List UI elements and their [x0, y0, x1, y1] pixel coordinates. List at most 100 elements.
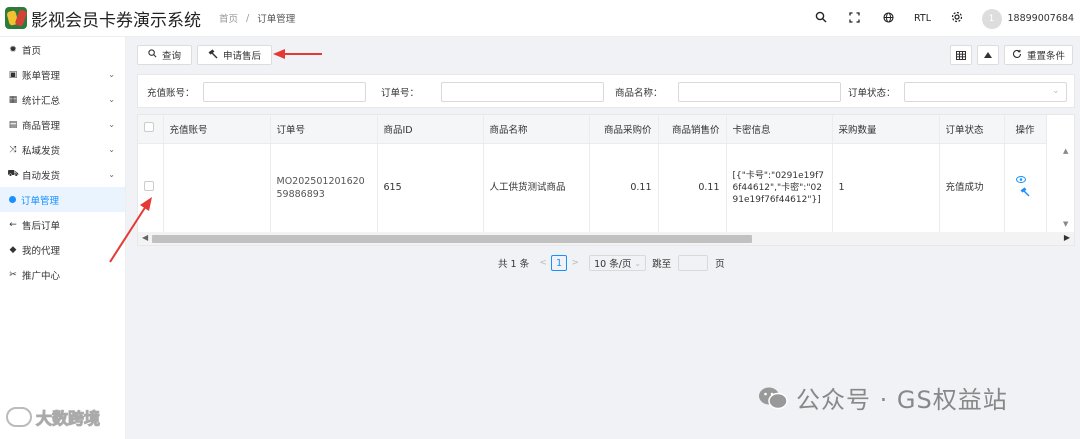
sidebar-item-9[interactable]: ✂ 推广中心 [0, 262, 125, 287]
hammer-icon [208, 48, 218, 62]
apply-after-sale-label: 申请售后 [223, 51, 262, 62]
fullscreen-icon[interactable] [838, 11, 872, 26]
sidebar-item-4[interactable]: ⤨ 私域发货 ⌄ [0, 137, 125, 162]
gift-icon: ✂ [9, 269, 17, 280]
cell-product-name: 人工供货测试商品 [483, 143, 590, 232]
header-product-name[interactable]: 商品名称 [483, 115, 590, 144]
current-page[interactable]: 1 [551, 255, 568, 271]
sidebar-item-label: 售后订单 [22, 220, 61, 232]
filter-product-name: 商品名称： [615, 82, 841, 102]
chevron-down-icon: ⌄ [108, 70, 115, 79]
row-select-cell [138, 143, 164, 232]
scroll-right-icon[interactable]: ▶ [1064, 233, 1070, 242]
reset-button-label: 重置条件 [1026, 51, 1065, 62]
sidebar-item-3[interactable]: ▤ 商品管理 ⌄ [0, 112, 125, 137]
sidebar-item-2[interactable]: ▦ 统计汇总 ⌄ [0, 87, 125, 112]
page-size-select[interactable]: 10 条/页 ⌄ [589, 255, 647, 271]
header-account[interactable]: 充值账号 [163, 115, 271, 144]
header-purchase-price[interactable]: 商品采购价 [589, 115, 659, 144]
chevron-down-icon: ⌄ [108, 145, 115, 154]
language-globe-icon[interactable] [872, 11, 906, 26]
select-all-checkbox[interactable] [144, 122, 154, 133]
breadcrumb-home[interactable]: 首页 [219, 11, 238, 25]
horizontal-scroll-thumb[interactable] [152, 235, 752, 243]
breadcrumb-current: 订单管理 [257, 14, 296, 25]
reset-button[interactable]: 重置条件 [1003, 45, 1073, 65]
cell-purchase-price: 0.11 [589, 143, 659, 232]
product-name-input[interactable] [677, 82, 841, 102]
chevron-down-icon: ⌄ [1051, 86, 1060, 96]
scroll-left-icon[interactable]: ◀ [142, 233, 148, 242]
header-product-id[interactable]: 商品ID [377, 115, 484, 144]
watermark-logo-icon [6, 407, 32, 427]
sidebar-item-0[interactable]: ✹ 首页 [0, 37, 125, 62]
settings-gear-icon[interactable] [940, 11, 974, 26]
prev-page-icon[interactable]: < [535, 255, 551, 271]
app-title: 影视会员卡券演示系统 [31, 10, 201, 31]
sidebar-item-1[interactable]: ▣ 账单管理 ⌄ [0, 62, 125, 87]
page-size-value: 10 条/页 [594, 259, 632, 270]
refresh-icon [1012, 49, 1022, 62]
sidebar-item-5[interactable]: ⛟ 自动发货 ⌄ [0, 162, 125, 187]
sidebar-item-label: 私域发货 [22, 145, 61, 157]
filter-status: 订单状态： ⌄ [848, 82, 1067, 102]
query-button[interactable]: 查询 [137, 45, 193, 65]
cell-account [163, 143, 271, 232]
sidebar: ✹ 首页 ▣ 账单管理 ⌄ ▦ 统计汇总 ⌄ ▤ 商品管理 ⌄ ⤨ 私域发货 ⌄ ⛟ 自动发货 ⌄ 订单管理 ← 售后… [0, 37, 126, 439]
cell-actions [1004, 143, 1047, 232]
sidebar-item-7[interactable]: ← 售后订单 [0, 212, 125, 237]
shuffle-icon: ⤨ [9, 144, 17, 155]
top-bar: 影视会员卡券演示系统 首页 / 订单管理 RTL 1 18899007684 [0, 0, 1080, 37]
table-header-row: 充值账号 订单号 商品ID 商品名称 商品采购价 商品销售价 卡密信息 采购数量… [138, 115, 1047, 144]
toolbar: 查询 申请售后 [137, 45, 273, 65]
product-name-label: 商品名称： [615, 88, 663, 99]
header-quantity[interactable]: 采购数量 [832, 115, 940, 144]
bill-icon: ▣ [8, 69, 18, 80]
breadcrumb-separator: / [246, 12, 250, 24]
account-input[interactable] [202, 82, 366, 102]
avatar[interactable]: 1 [981, 8, 1002, 29]
header-order-no[interactable]: 订单号 [270, 115, 378, 144]
cell-card-info: [{"卡号":"0291e19f76f44612","卡密":"0291e19f… [726, 143, 833, 232]
view-eye-icon[interactable] [1016, 175, 1026, 186]
pager-total: 共 1 条 [498, 259, 530, 270]
jump-page-input[interactable] [678, 255, 709, 271]
sidebar-item-8[interactable]: ◆ 我的代理 [0, 237, 125, 262]
sidebar-item-6[interactable]: 订单管理 [0, 187, 125, 212]
watermark-left-text: 大数跨境 [35, 409, 101, 429]
column-settings-icon[interactable] [949, 45, 972, 65]
arrow-left-icon: ← [9, 219, 17, 230]
watermark-left: 大数跨境 [6, 405, 101, 429]
breadcrumb: 首页 / 订单管理 [219, 11, 296, 26]
filter-order-no: 订单号： [381, 82, 605, 102]
vertical-scrollbar[interactable]: ▲ ▼ [1060, 143, 1074, 232]
next-page-icon[interactable]: > [567, 255, 583, 271]
scroll-up-icon[interactable]: ▲ [1063, 147, 1068, 155]
chevron-down-icon: ⌄ [108, 120, 115, 129]
scroll-down-icon[interactable]: ▼ [1063, 220, 1068, 228]
search-icon [148, 49, 157, 61]
order-no-input[interactable] [441, 82, 605, 102]
collapse-up-icon[interactable] [976, 45, 999, 65]
truck-icon: ⛟ [7, 169, 19, 179]
tag-icon: ◆ [9, 244, 17, 255]
watermark-right: 公众号 · GS权益站 [758, 380, 1008, 415]
after-sale-hammer-icon[interactable] [1020, 187, 1030, 200]
rtl-toggle[interactable]: RTL [906, 13, 940, 24]
cell-sale-price: 0.11 [658, 143, 727, 232]
sidebar-item-label: 订单管理 [21, 195, 60, 207]
sidebar-item-label: 推广中心 [22, 270, 61, 282]
status-select[interactable]: ⌄ [903, 82, 1067, 102]
search-icon[interactable] [804, 11, 838, 26]
username[interactable]: 18899007684 [1008, 13, 1075, 24]
orders-table: 充值账号 订单号 商品ID 商品名称 商品采购价 商品销售价 卡密信息 采购数量… [137, 114, 1075, 246]
header-actions: 操作 [1004, 115, 1047, 144]
row-checkbox[interactable] [144, 180, 154, 191]
apply-after-sale-button[interactable]: 申请售后 [197, 45, 273, 65]
header-card-info[interactable]: 卡密信息 [726, 115, 833, 144]
header-sale-price[interactable]: 商品销售价 [658, 115, 727, 144]
sidebar-item-label: 自动发货 [22, 170, 61, 182]
header-status[interactable]: 订单状态 [939, 115, 1005, 144]
horizontal-scrollbar[interactable]: ◀ ▶ [138, 232, 1074, 245]
table-row[interactable]: MO20250120162059886893 615 人工供货测试商品 0.11… [138, 143, 1047, 232]
